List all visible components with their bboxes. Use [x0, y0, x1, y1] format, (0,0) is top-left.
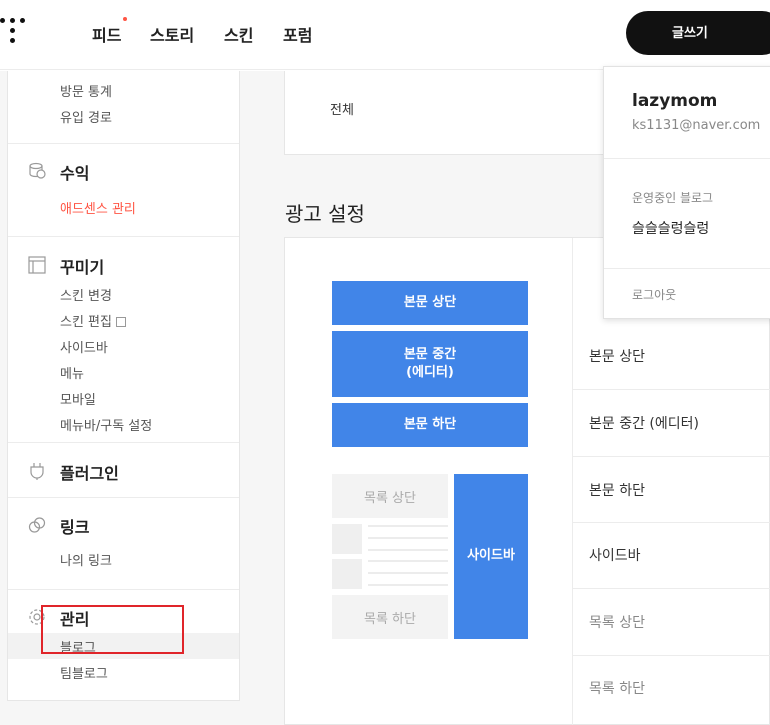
sidebar-head-revenue[interactable]: 수익 [60, 160, 89, 184]
layout-icon [28, 256, 46, 274]
sidebar-section-manage: 관리 블로그 팀블로그 [8, 590, 239, 701]
filter-label-all[interactable]: 전체 [330, 99, 354, 118]
section-title-ad-settings: 광고 설정 [285, 202, 365, 226]
plug-icon [30, 463, 44, 480]
sidebar-item-mobile[interactable]: 모바일 [60, 389, 96, 408]
sidebar-head-design[interactable]: 꾸미기 [60, 254, 104, 278]
preview-line [368, 584, 448, 586]
write-button[interactable]: 글쓰기 [626, 11, 770, 55]
sidebar-section-design: 꾸미기 스킨 변경 스킨 편집 사이드바 메뉴 모바일 메뉴바/구독 설정 [8, 237, 239, 443]
gear-icon [29, 609, 45, 625]
new-badge-dot [123, 17, 127, 21]
coin-stack-icon [29, 162, 46, 179]
preview-body-bottom[interactable]: 본문 하단 [332, 403, 528, 447]
preview-line [368, 572, 448, 574]
preview-body-middle[interactable]: 본문 중간 (에디터) [332, 331, 528, 397]
sidebar-item-team-blog[interactable]: 팀블로그 [60, 663, 108, 682]
sidebar-item-menubar[interactable]: 메뉴바/구독 설정 [60, 415, 152, 434]
profile-blog-link[interactable]: 슬슬슬렁슬렁 [632, 218, 709, 238]
ad-row-body-bottom[interactable]: 본문 하단 [589, 480, 770, 500]
row-divider [573, 588, 770, 589]
row-divider [573, 456, 770, 457]
sidebar-section-link: 링크 나의 링크 [8, 498, 239, 590]
nav-story[interactable]: 스토리 [150, 22, 194, 46]
link-icon [28, 517, 46, 533]
nav-feed[interactable]: 피드 [92, 22, 121, 46]
profile-dropdown: lazymom ks1131@naver.com 운영중인 블로그 슬슬슬렁슬렁… [603, 66, 770, 319]
sidebar-item-sidebar[interactable]: 사이드바 [60, 337, 108, 356]
card-divider [572, 238, 573, 725]
sidebar-section-revenue: 수익 애드센스 관리 [8, 144, 239, 237]
nav-skin[interactable]: 스킨 [224, 22, 253, 46]
preview-body-top[interactable]: 본문 상단 [332, 281, 528, 325]
ad-row-list-bottom[interactable]: 목록 하단 [589, 678, 770, 698]
sidebar-head-link[interactable]: 링크 [60, 514, 89, 538]
sidebar-item-skin-change[interactable]: 스킨 변경 [60, 285, 112, 304]
sidebar-head-plugin[interactable]: 플러그인 [60, 460, 119, 484]
dropdown-divider [604, 268, 770, 269]
row-divider [573, 389, 770, 390]
sidebar-item-visit-stats[interactable]: 방문 통계 [60, 81, 112, 100]
external-link-icon [115, 317, 126, 327]
sidebar-section-plugin: 플러그인 [8, 443, 239, 498]
ad-row-body-top[interactable]: 본문 상단 [589, 346, 770, 366]
sidebar-item-blog[interactable]: 블로그 [60, 637, 96, 656]
ad-row-list-top[interactable]: 목록 상단 [589, 612, 770, 632]
preview-line [368, 549, 448, 551]
sidebar-head-manage[interactable]: 관리 [60, 606, 89, 630]
sidebar: 방문 통계 유입 경로 수익 애드센스 관리 꾸미기 스킨 변경 스킨 편집 사… [7, 71, 240, 701]
sidebar-item-adsense[interactable]: 애드센스 관리 [60, 198, 136, 217]
sidebar-item-my-link[interactable]: 나의 링크 [60, 550, 112, 569]
sidebar-item-menu[interactable]: 메뉴 [60, 363, 84, 382]
preview-line [368, 537, 448, 539]
preview-line [368, 525, 448, 527]
sidebar-section-stats: 방문 통계 유입 경로 [8, 71, 239, 144]
profile-name: lazymom [632, 91, 718, 111]
sidebar-item-skin-edit[interactable]: 스킨 편집 [60, 311, 126, 330]
preview-sidebar[interactable]: 사이드바 [454, 474, 528, 639]
profile-email: ks1131@naver.com [632, 118, 761, 133]
profile-blog-label: 운영중인 블로그 [632, 191, 714, 205]
row-divider [573, 522, 770, 523]
nav-forum[interactable]: 포럼 [283, 22, 312, 46]
preview-list-top[interactable]: 목록 상단 [332, 474, 448, 518]
dropdown-divider [604, 158, 770, 159]
ad-row-body-middle[interactable]: 본문 중간 (에디터) [589, 413, 770, 433]
row-divider [573, 655, 770, 656]
preview-list-bottom[interactable]: 목록 하단 [332, 595, 448, 639]
logout-button[interactable]: 로그아웃 [632, 286, 676, 303]
preview-line [368, 560, 448, 562]
sidebar-item-referrer[interactable]: 유입 경로 [60, 107, 112, 126]
preview-thumbnail [332, 524, 362, 554]
ad-row-sidebar[interactable]: 사이드바 [589, 545, 770, 565]
preview-thumbnail [332, 559, 362, 589]
top-header: 피드 스토리 스킨 포럼 글쓰기 [0, 0, 770, 70]
tistory-logo-icon[interactable] [0, 18, 30, 48]
